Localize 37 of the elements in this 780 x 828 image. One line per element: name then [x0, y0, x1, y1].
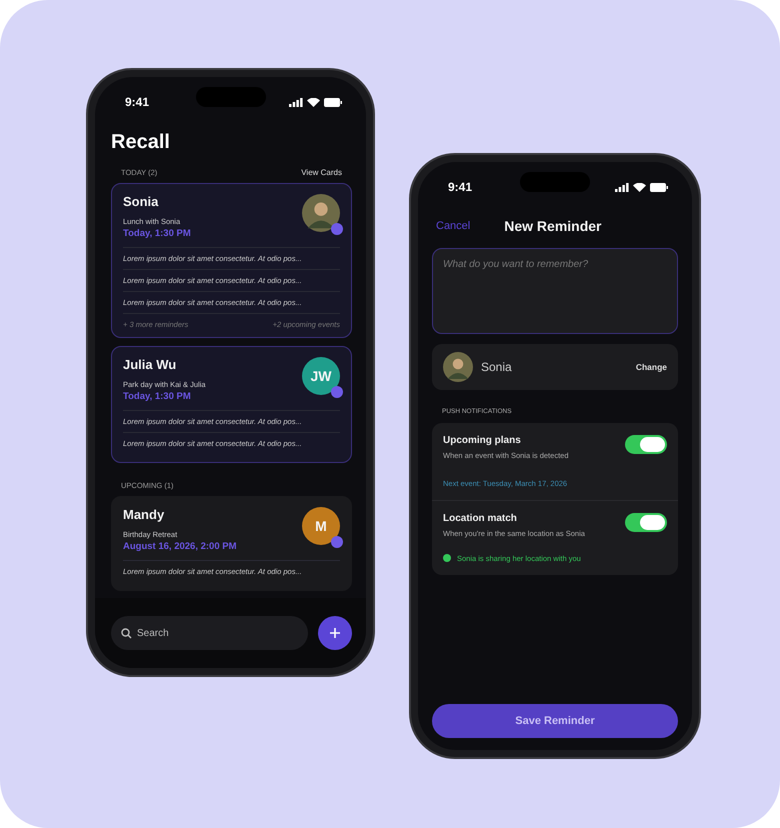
wifi-icon	[633, 182, 646, 192]
reminder-input[interactable]: What do you want to remember?	[432, 248, 678, 334]
count-badge	[331, 536, 343, 548]
event-time: August 16, 2026, 2:00 PM	[123, 541, 237, 552]
status-time: 9:41	[125, 95, 150, 109]
search-field[interactable]: Search	[111, 616, 308, 650]
wifi-icon	[307, 98, 320, 106]
contact-name: Sonia	[123, 194, 160, 209]
save-button[interactable]: Save Reminder	[432, 704, 678, 738]
view-cards-link[interactable]: View Cards	[301, 168, 342, 177]
contact-name: Sonia	[481, 360, 513, 374]
contact-name: Julia Wu	[123, 357, 178, 372]
avatar-initials: JW	[302, 357, 340, 395]
contact-name: Mandy	[123, 507, 166, 522]
toggle-switch[interactable]	[625, 435, 667, 454]
status-time: 9:41	[448, 180, 472, 194]
setting-title: Location match	[443, 513, 518, 524]
screen-title: New Reminder	[504, 218, 602, 234]
setting-title: Upcoming plans	[443, 435, 522, 446]
event-time: Today, 1:30 PM	[123, 391, 192, 402]
count-badge	[331, 386, 343, 398]
screen-title: Recall	[111, 131, 171, 154]
avatar-icon	[443, 352, 473, 382]
battery-icon	[650, 182, 668, 192]
change-button[interactable]: Change	[636, 362, 667, 372]
event-time: Today, 1:30 PM	[123, 228, 191, 239]
toggle-switch[interactable]	[625, 513, 667, 532]
reminder-card[interactable]	[111, 183, 352, 338]
battery-icon	[324, 98, 342, 106]
status-dot-icon	[443, 554, 451, 562]
avatar-icon	[302, 194, 340, 232]
signal-icon	[615, 182, 629, 192]
plus-icon	[329, 627, 341, 639]
add-button[interactable]	[318, 616, 352, 650]
signal-icon	[289, 98, 303, 106]
count-badge	[331, 223, 343, 235]
avatar-initials: M	[302, 507, 340, 545]
